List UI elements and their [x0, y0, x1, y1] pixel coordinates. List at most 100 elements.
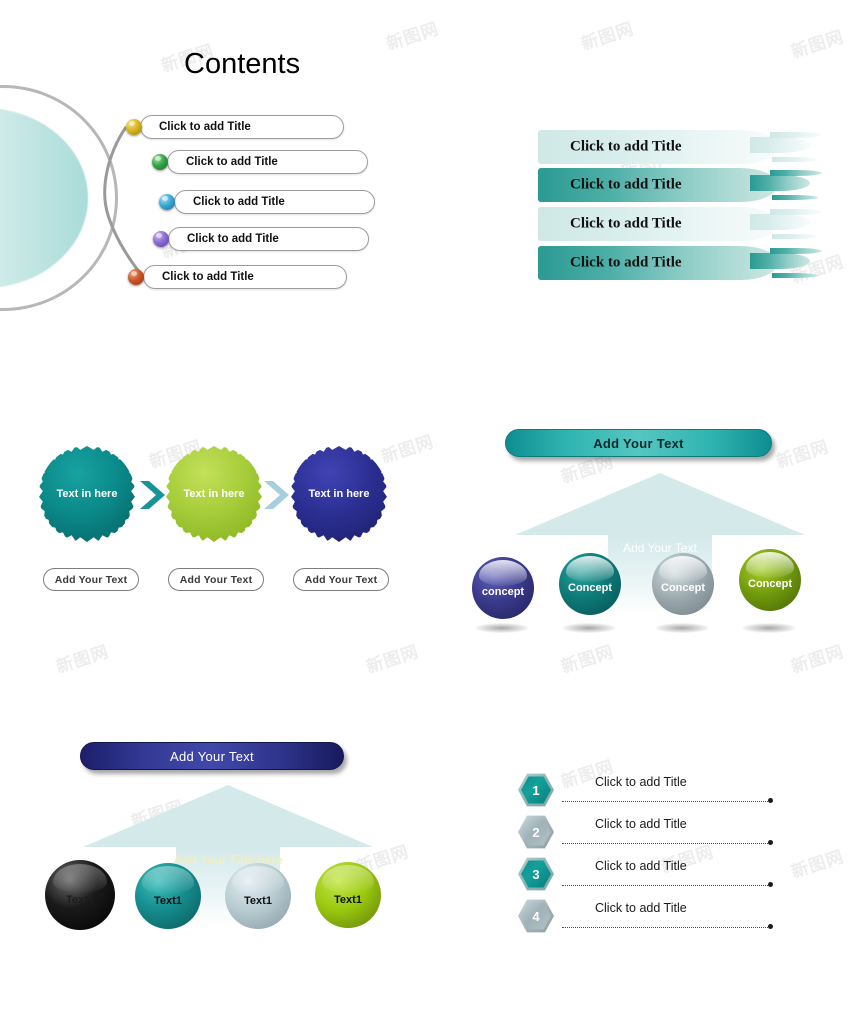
- arrow-head: [515, 473, 805, 535]
- brush-tail: [750, 214, 810, 230]
- watermark: 新图网: [384, 19, 442, 55]
- sphere-gloss: [52, 863, 108, 893]
- splatter-label-3: Text in here: [308, 488, 370, 500]
- splatter-button-label-2: Add Your Text: [179, 573, 253, 586]
- slide-canvas: 新图网 新图网 新图网 新图网 新图网 新图网 新图网 新图网 新图网 新图网 …: [0, 0, 850, 1025]
- contents-pill-4[interactable]: Click to add Title: [168, 227, 369, 251]
- concept-sphere-1[interactable]: concept: [472, 557, 534, 619]
- contents-label-1: Click to add Title: [159, 121, 251, 133]
- hexagon-endpoint-dot: [768, 798, 773, 803]
- contents-pill-5[interactable]: Click to add Title: [143, 265, 347, 289]
- brush-stroke-list: Click to add Title Click to add Title Cl…: [520, 118, 840, 298]
- hexagon-badge-3[interactable]: 3: [518, 857, 554, 891]
- brush-item-4[interactable]: Click to add Title: [538, 246, 822, 280]
- sphere-shadow: [742, 623, 796, 633]
- concept-sphere-label-3: Concept: [661, 582, 705, 595]
- hexagon-dotted-line: [562, 885, 770, 887]
- splatter-button-2[interactable]: Add Your Text: [168, 568, 264, 591]
- splatter-button-3[interactable]: Add Your Text: [293, 568, 389, 591]
- hexagon-endpoint-dot: [768, 924, 773, 929]
- watermark: 新图网: [364, 642, 422, 678]
- hexagon-number-3: 3: [532, 866, 540, 882]
- brush-tail-lower: [772, 273, 818, 278]
- hexagon-badge-4[interactable]: 4: [518, 899, 554, 933]
- arrow-head: [83, 785, 373, 847]
- sphere-shadow: [655, 623, 709, 633]
- hexagon-label-1: Click to add Title: [595, 775, 687, 789]
- contents-bullet-2[interactable]: [152, 154, 168, 170]
- hexagon-badge-1[interactable]: 1: [518, 773, 554, 807]
- watermark: 新图网: [789, 27, 847, 63]
- hexagon-list: 1 Click to add Title 2 Click to add Titl…: [500, 765, 820, 940]
- text-sphere-3[interactable]: Text1: [225, 863, 291, 929]
- contents-bullet-1[interactable]: [126, 119, 142, 135]
- contents-bullet-3[interactable]: [159, 194, 175, 210]
- contents-arc-outline: [0, 85, 118, 311]
- brush-item-3[interactable]: Click to add Title: [538, 207, 822, 241]
- brush-tail-upper: [770, 209, 822, 215]
- brush-label-1: Click to add Title: [570, 138, 682, 155]
- hexagon-number-4: 4: [532, 908, 540, 924]
- navy-banner-label: Add Your Text: [170, 748, 254, 764]
- hexagon-number-1: 1: [532, 782, 540, 798]
- text-sphere-4[interactable]: Text1: [315, 862, 381, 928]
- sphere-gloss: [478, 560, 528, 587]
- brush-tail-lower: [772, 157, 818, 162]
- hexagon-row-3[interactable]: 3 Click to add Title: [500, 857, 790, 897]
- sphere-gloss: [322, 865, 374, 894]
- splatter-label-1: Text in here: [56, 488, 118, 500]
- hexagon-row-4[interactable]: 4 Click to add Title: [500, 899, 790, 939]
- contents-label-2: Click to add Title: [186, 156, 278, 168]
- contents-pill-3[interactable]: Click to add Title: [174, 190, 375, 214]
- sphere-gloss: [745, 552, 795, 579]
- splatter-node-2[interactable]: Text in here: [170, 450, 258, 538]
- concept-sphere-4[interactable]: Concept: [739, 549, 801, 611]
- watermark: 新图网: [579, 19, 637, 55]
- hexagon-label-3: Click to add Title: [595, 859, 687, 873]
- text-sphere-label-2: Text1: [154, 894, 182, 907]
- sphere-shadow: [562, 623, 616, 633]
- teal-banner-label: Add Your Text: [593, 435, 684, 451]
- hexagon-dotted-line: [562, 801, 770, 803]
- brush-item-1[interactable]: Click to add Title: [538, 130, 822, 164]
- concept-sphere-3[interactable]: Concept: [652, 553, 714, 615]
- brush-label-2: Click to add Title: [570, 176, 682, 193]
- splatter-button-1[interactable]: Add Your Text: [43, 568, 139, 591]
- hexagon-endpoint-dot: [768, 840, 773, 845]
- splatter-node-1[interactable]: Text in here: [43, 450, 131, 538]
- brush-label-3: Click to add Title: [570, 215, 682, 232]
- hexagon-row-2[interactable]: 2 Click to add Title: [500, 815, 790, 855]
- text-sphere-2[interactable]: Text1: [135, 863, 201, 929]
- teal-banner[interactable]: Add Your Text: [505, 429, 772, 457]
- navy-banner[interactable]: Add Your Text: [80, 742, 344, 770]
- contents-label-3: Click to add Title: [193, 196, 285, 208]
- contents-pill-1[interactable]: Click to add Title: [140, 115, 344, 139]
- brush-tail-lower: [772, 234, 818, 239]
- watermark: 新图网: [54, 642, 112, 678]
- navy-arrow-diagram: Add Your Title here Add Your Text Text1 …: [35, 735, 415, 960]
- contents-bullet-5[interactable]: [128, 269, 144, 285]
- hexagon-endpoint-dot: [768, 882, 773, 887]
- hexagon-label-2: Click to add Title: [595, 817, 687, 831]
- text-sphere-label-3: Text1: [244, 894, 272, 907]
- contents-label-4: Click to add Title: [187, 233, 279, 245]
- concept-sphere-2[interactable]: Concept: [559, 553, 621, 615]
- contents-label-5: Click to add Title: [162, 271, 254, 283]
- contents-bullet-4[interactable]: [153, 231, 169, 247]
- brush-label-4: Click to add Title: [570, 254, 682, 271]
- hexagon-label-4: Click to add Title: [595, 901, 687, 915]
- sphere-gloss: [142, 866, 194, 895]
- hexagon-row-1[interactable]: 1 Click to add Title: [500, 773, 790, 813]
- text-sphere-label-1: Text1: [66, 893, 94, 906]
- brush-item-2[interactable]: Click to add Title: [538, 168, 822, 202]
- teal-arrow-diagram: Add Your Text Add Your Text concept Conc…: [470, 425, 840, 650]
- concept-sphere-label-4: Concept: [748, 578, 792, 591]
- hexagon-badge-2[interactable]: 2: [518, 815, 554, 849]
- text-sphere-1[interactable]: Text1: [45, 860, 115, 930]
- brush-tail-upper: [770, 248, 822, 254]
- splatter-node-3[interactable]: Text in here: [295, 450, 383, 538]
- brush-tail: [750, 253, 810, 269]
- contents-pill-2[interactable]: Click to add Title: [167, 150, 368, 174]
- hexagon-number-2: 2: [532, 824, 540, 840]
- navy-arrow-label: Add Your Title here: [173, 853, 283, 867]
